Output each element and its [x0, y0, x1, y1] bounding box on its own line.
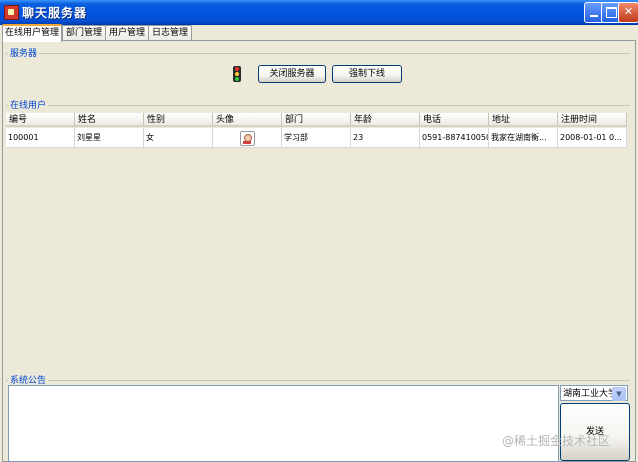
server-group-border	[6, 53, 630, 54]
announce-group-border	[6, 380, 630, 381]
cell-avatar	[213, 128, 282, 147]
column-header-id[interactable]: 编号	[6, 113, 75, 127]
cell-age: 23	[351, 128, 420, 147]
close-button[interactable]: ✕	[618, 2, 638, 23]
minimize-icon	[590, 15, 598, 17]
tab-label: 用户管理	[108, 28, 145, 38]
column-header-avatar[interactable]: 头像	[213, 113, 282, 127]
avatar-icon	[240, 131, 255, 146]
column-header-department[interactable]: 部门	[282, 113, 351, 127]
column-header-age[interactable]: 年龄	[351, 113, 420, 127]
tab-label: 部门管理	[65, 28, 102, 38]
cell-address: 我家在湖南衡...	[489, 128, 558, 147]
traffic-light-icon	[233, 66, 241, 82]
close-server-button[interactable]: 关闭服务器	[258, 65, 326, 83]
cell-name: 刘星星	[75, 128, 144, 147]
chevron-down-icon[interactable]: ▼	[612, 387, 626, 401]
tab-logs[interactable]: 日志管理	[148, 25, 192, 40]
tab-users[interactable]: 用户管理	[105, 25, 149, 40]
tab-label: 日志管理	[151, 28, 188, 38]
watermark: @稀土掘金技术社区	[502, 434, 611, 448]
window-title: 聊天服务器	[22, 6, 88, 20]
online-group-title: 在线用户	[8, 98, 49, 111]
column-header-reg-time[interactable]: 注册时间	[558, 113, 627, 127]
cell-gender: 女	[144, 128, 213, 147]
recipient-select-value: 湖南工业大学	[563, 389, 618, 399]
cell-reg-time: 2008-01-01 0...	[558, 128, 627, 147]
cell-id: 100001	[6, 128, 75, 147]
cell-department: 学习部	[282, 128, 351, 147]
tab-departments[interactable]: 部门管理	[62, 25, 106, 40]
table-row[interactable]: 100001 刘星星 女 学习部 23 0591-887410050 我家在湖南…	[6, 128, 627, 148]
close-icon: ✕	[623, 5, 634, 18]
tab-label: 在线用户管理	[4, 28, 59, 38]
tab-online-users[interactable]: 在线用户管理	[2, 24, 62, 42]
cell-phone: 0591-887410050	[420, 128, 489, 147]
announcement-textarea[interactable]	[8, 385, 559, 462]
title-bar: 聊天服务器 ✕	[0, 0, 638, 25]
force-offline-button[interactable]: 强制下线	[332, 65, 402, 83]
column-header-address[interactable]: 地址	[489, 113, 558, 127]
app-icon	[4, 5, 19, 20]
server-group-title: 服务器	[8, 46, 40, 59]
maximize-icon	[606, 7, 617, 18]
recipient-select[interactable]: 湖南工业大学 ▼	[560, 385, 628, 401]
column-header-gender[interactable]: 性别	[144, 113, 213, 127]
column-header-name[interactable]: 姓名	[75, 113, 144, 127]
online-group-border	[6, 105, 630, 106]
column-header-phone[interactable]: 电话	[420, 113, 489, 127]
table-header: 编号 姓名 性别 头像 部门 年龄 电话 地址 注册时间	[6, 113, 627, 127]
